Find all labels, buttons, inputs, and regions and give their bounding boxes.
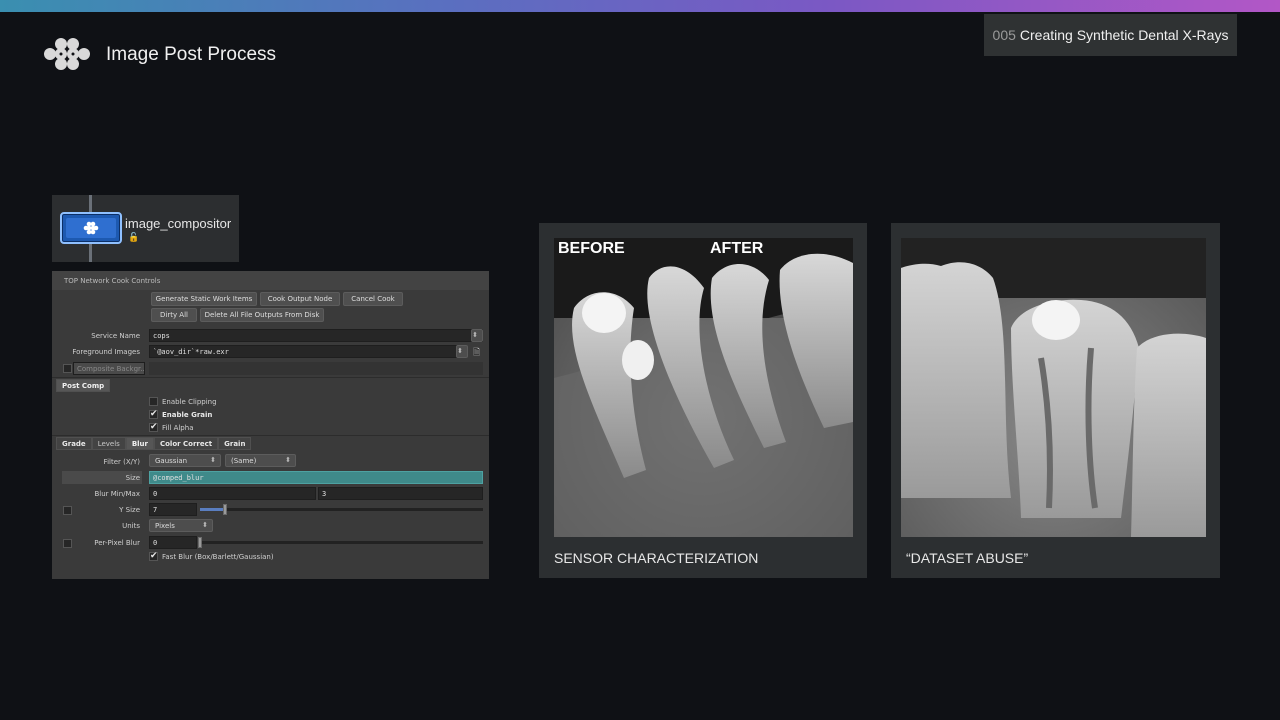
fill-alpha-label: Fill Alpha <box>162 424 194 432</box>
cook-output-node-button[interactable]: Cook Output Node <box>260 292 340 306</box>
houdini-logo-icon <box>44 38 90 70</box>
chapter-number: 005 <box>992 27 1016 43</box>
lock-icon[interactable]: 🔓 <box>128 232 139 243</box>
per-pixel-blur-field[interactable]: 0 <box>149 536 197 549</box>
cancel-cook-button[interactable]: Cancel Cook <box>343 292 403 306</box>
left-card-caption: SENSOR CHARACTERIZATION <box>554 550 759 566</box>
dental-xray-graphic <box>554 238 853 537</box>
node-label[interactable]: image_compositor <box>125 216 231 231</box>
slide-title: Image Post Process <box>106 44 277 65</box>
filter-y-dropdown[interactable]: (Same) <box>225 454 296 467</box>
foreground-images-label: Foreground Images <box>72 348 140 356</box>
y-size-field[interactable]: 7 <box>149 503 197 516</box>
fast-blur-label: Fast Blur (Box/Barlett/Gaussian) <box>162 553 274 561</box>
image-compositor-node[interactable] <box>60 212 122 244</box>
foreground-images-dropdown[interactable] <box>456 345 468 358</box>
effect-tab-row: Grade Levels Blur Color Correct Grain <box>56 437 252 450</box>
file-browse-icon[interactable]: 🗎 <box>473 345 480 361</box>
tab-color-correct[interactable]: Color Correct <box>153 437 219 450</box>
units-dropdown[interactable]: Pixels <box>149 519 213 532</box>
units-label: Units <box>122 522 140 530</box>
panel-header: TOP Network Cook Controls <box>52 271 489 290</box>
blur-min-max-label: Blur Min/Max <box>94 490 140 498</box>
foreground-images-field[interactable]: `@aov_dir`*raw.exr <box>149 345 467 358</box>
service-name-dropdown[interactable] <box>471 329 483 342</box>
blur-min-field[interactable]: 0 <box>149 487 316 500</box>
dataset-abuse-xray-image <box>901 238 1206 537</box>
before-label: BEFORE <box>558 240 625 257</box>
dataset-abuse-card: “DATASET ABUSE” <box>891 223 1220 578</box>
divider <box>52 435 489 436</box>
dirty-all-button[interactable]: Dirty All <box>151 308 197 322</box>
size-label: Size <box>125 474 140 482</box>
per-pixel-blur-slider-handle[interactable] <box>198 537 202 548</box>
dental-xray-graphic <box>901 238 1206 537</box>
divider <box>52 377 489 378</box>
y-size-slider[interactable] <box>200 508 483 511</box>
fill-alpha-checkbox[interactable] <box>149 422 158 432</box>
after-label: AFTER <box>710 240 764 257</box>
delete-file-outputs-button[interactable]: Delete All File Outputs From Disk <box>200 308 324 322</box>
y-size-label: Y Size <box>119 506 140 514</box>
parameter-panel: TOP Network Cook Controls Generate Stati… <box>52 271 489 579</box>
composite-background-checkbox[interactable] <box>63 364 72 373</box>
per-pixel-blur-slider[interactable] <box>200 541 483 544</box>
node-graph: image_compositor 🔓 <box>52 195 239 262</box>
tab-post-comp[interactable]: Post Comp <box>56 379 111 392</box>
per-pixel-blur-label: Per-Pixel Blur <box>94 539 140 547</box>
enable-grain-label: Enable Grain <box>162 411 213 419</box>
fast-blur-checkbox[interactable] <box>149 551 158 561</box>
composite-background-toggle[interactable]: Composite Backgr... <box>73 362 145 375</box>
tab-blur[interactable]: Blur <box>125 437 154 450</box>
chapter-title: Creating Synthetic Dental X-Rays <box>1019 27 1229 43</box>
before-after-xray-image <box>554 238 853 537</box>
service-name-field[interactable]: cops <box>149 329 483 342</box>
enable-grain-checkbox[interactable] <box>149 409 158 419</box>
blur-max-field[interactable]: 3 <box>318 487 483 500</box>
section-tab-row: Post Comp <box>56 379 111 392</box>
enable-clipping-checkbox[interactable] <box>149 397 158 406</box>
tab-levels[interactable]: Levels <box>91 437 126 450</box>
y-size-slider-fill <box>200 508 226 511</box>
right-card-caption: “DATASET ABUSE” <box>906 550 1029 566</box>
gradient-top-bar <box>0 0 1280 12</box>
enable-clipping-label: Enable Clipping <box>162 398 217 406</box>
chapter-tag: 005 Creating Synthetic Dental X-Rays <box>984 14 1237 56</box>
filter-x-dropdown[interactable]: Gaussian <box>149 454 221 467</box>
composite-background-field[interactable] <box>149 362 483 375</box>
filter-label: Filter (X/Y) <box>103 458 140 466</box>
tab-grain[interactable]: Grain <box>218 437 252 450</box>
tab-grade[interactable]: Grade <box>56 437 92 450</box>
input-wire <box>89 195 92 212</box>
output-wire <box>89 244 92 262</box>
generate-static-work-items-button[interactable]: Generate Static Work Items <box>151 292 257 306</box>
y-size-slider-handle[interactable] <box>223 504 228 515</box>
sensor-characterization-card: BEFORE AFTER SENSOR CHARACTERIZATION <box>539 223 867 578</box>
node-type-icon <box>83 221 99 235</box>
size-expression-field[interactable]: @comped_blur <box>149 471 483 484</box>
service-name-label: Service Name <box>91 332 140 340</box>
